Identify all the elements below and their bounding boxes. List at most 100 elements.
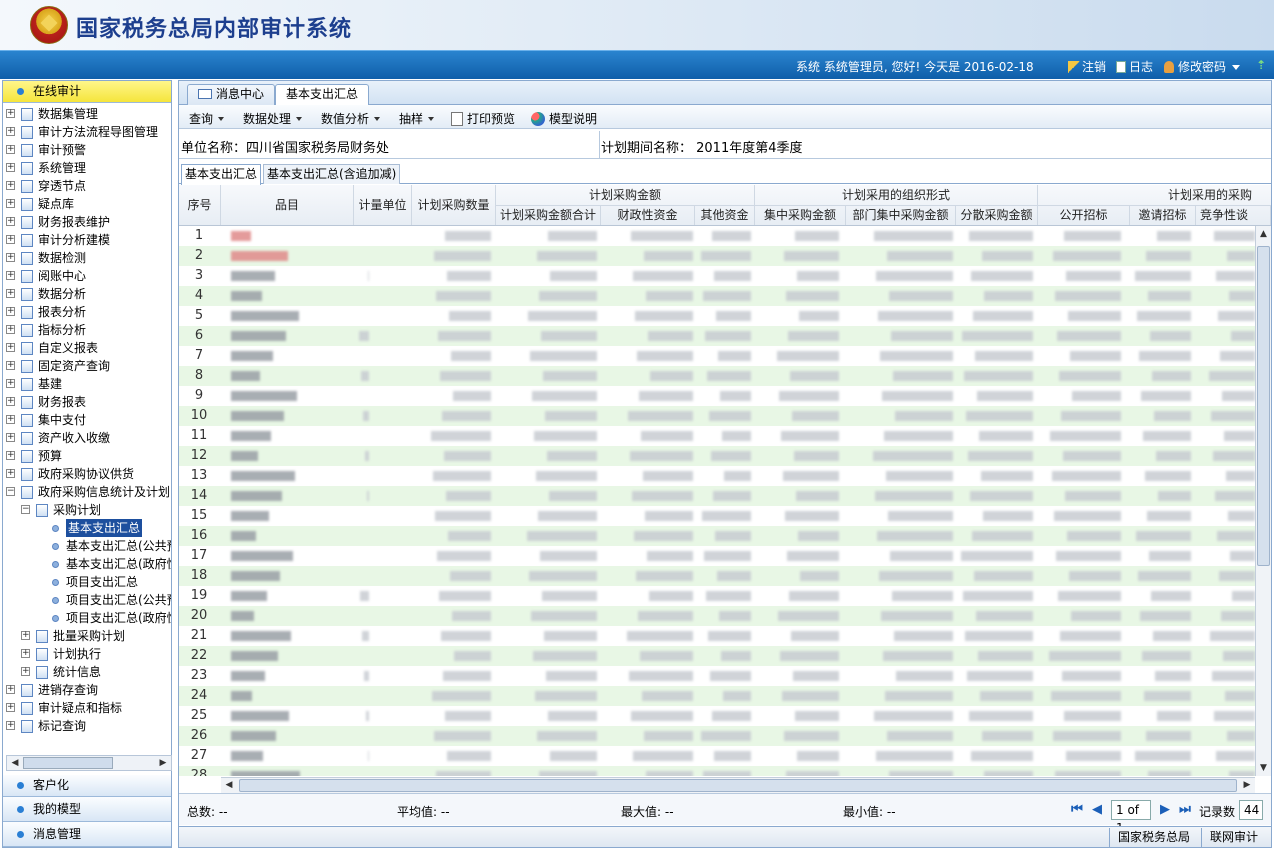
model-description-button[interactable]: 模型说明 (531, 110, 597, 127)
value-analysis-menu[interactable]: 数值分析 (321, 110, 381, 127)
tree-item[interactable]: 项目支出汇总(公共预 (3, 591, 171, 609)
expand-icon[interactable]: + (6, 397, 15, 406)
log-link[interactable]: 日志 (1116, 58, 1153, 75)
expand-icon[interactable]: + (6, 289, 15, 298)
table-row[interactable]: 20 (179, 606, 1255, 626)
col-open-bid[interactable]: 公开招标 (1038, 205, 1130, 225)
tree-item[interactable]: 项目支出汇总 (3, 573, 171, 591)
tree-item[interactable]: 基本支出汇总(政府性 (3, 555, 171, 573)
expand-icon[interactable]: + (6, 271, 15, 280)
col-other[interactable]: 其他资金 (695, 205, 755, 225)
tree-item[interactable]: + 基建 (3, 375, 171, 393)
first-page-icon[interactable]: ⏮ (1071, 803, 1083, 817)
logout-link[interactable]: 注销 (1068, 58, 1106, 75)
tree-item[interactable]: + 计划执行 (3, 645, 171, 663)
expand-icon[interactable]: + (6, 181, 15, 190)
expand-icon[interactable]: + (6, 217, 15, 226)
table-row[interactable]: 28 (179, 766, 1255, 776)
expand-icon[interactable]: + (6, 379, 15, 388)
tree-item[interactable]: + 自定义报表 (3, 339, 171, 357)
table-row[interactable]: 10 (179, 406, 1255, 426)
expand-icon[interactable]: + (6, 145, 15, 154)
col-seq[interactable]: 序号 (179, 185, 221, 225)
table-row[interactable]: 17 (179, 546, 1255, 566)
col-item[interactable]: 品目 (221, 185, 354, 225)
accordion-my-models[interactable]: 我的模型 (3, 797, 171, 822)
col-invite-bid[interactable]: 邀请招标 (1130, 205, 1196, 225)
change-password-link[interactable]: 修改密码 (1164, 58, 1241, 75)
expand-icon[interactable]: + (6, 307, 15, 316)
table-row[interactable]: 2 (179, 246, 1255, 266)
scrollbar-thumb[interactable] (23, 757, 113, 769)
table-row[interactable]: 23 (179, 666, 1255, 686)
tree-item[interactable]: 基本支出汇总 (3, 519, 171, 537)
tree-item[interactable]: + 政府采购协议供货 (3, 465, 171, 483)
expand-icon[interactable]: + (6, 199, 15, 208)
sampling-menu[interactable]: 抽样 (399, 110, 435, 127)
table-row[interactable]: 16 (179, 526, 1255, 546)
table-row[interactable]: 11 (179, 426, 1255, 446)
table-row[interactable]: 26 (179, 726, 1255, 746)
expand-icon[interactable]: + (6, 343, 15, 352)
tab-message-center[interactable]: 消息中心 (187, 84, 276, 105)
tree-item[interactable]: + 审计方法流程导图管理 (3, 123, 171, 141)
tree-item[interactable]: + 财务报表维护 (3, 213, 171, 231)
table-row[interactable]: 13 (179, 466, 1255, 486)
scroll-left-icon[interactable]: ◀ (8, 757, 22, 769)
scroll-up-icon[interactable]: ▲ (1257, 227, 1270, 241)
tree-item[interactable]: + 数据分析 (3, 285, 171, 303)
tree-item[interactable]: + 阅账中心 (3, 267, 171, 285)
page-indicator[interactable]: 1 of 1 (1111, 800, 1151, 835)
tree-item[interactable]: + 穿透节点 (3, 177, 171, 195)
scrollbar-thumb[interactable] (1257, 246, 1270, 566)
grid-horizontal-scrollbar[interactable]: ◀ ▶ (221, 777, 1255, 793)
scroll-left-icon[interactable]: ◀ (222, 779, 236, 792)
expand-icon[interactable]: + (6, 163, 15, 172)
tree-item[interactable]: + 集中支付 (3, 411, 171, 429)
table-row[interactable]: 5 (179, 306, 1255, 326)
col-dept[interactable]: 部门集中采购金额 (846, 205, 956, 225)
table-row[interactable]: 4 (179, 286, 1255, 306)
tree-item[interactable]: + 批量采购计划 (3, 627, 171, 645)
tree-item[interactable]: + 数据集管理 (3, 105, 171, 123)
expand-icon[interactable]: + (6, 685, 15, 694)
col-compete[interactable]: 竞争性谈 (1196, 205, 1271, 225)
data-process-menu[interactable]: 数据处理 (243, 110, 303, 127)
expand-icon[interactable]: + (6, 325, 15, 334)
table-row[interactable]: 3 (179, 266, 1255, 286)
col-amount-total[interactable]: 计划采购金额合计 (496, 205, 601, 225)
next-page-icon[interactable]: ▶ (1159, 803, 1171, 817)
tab-basic-expense-summary[interactable]: 基本支出汇总 (275, 84, 370, 106)
accordion-online-audit[interactable]: 在线审计 (3, 81, 171, 103)
tree-item[interactable]: + 审计分析建模 (3, 231, 171, 249)
col-unit[interactable]: 计量单位 (354, 185, 412, 225)
grid-vertical-scrollbar[interactable]: ▲ ▼ (1255, 226, 1271, 776)
tree-item[interactable]: + 审计疑点和指标 (3, 699, 171, 717)
expand-icon[interactable]: + (21, 667, 30, 676)
table-row[interactable]: 22 (179, 646, 1255, 666)
table-row[interactable]: 27 (179, 746, 1255, 766)
expand-icon[interactable]: + (21, 631, 30, 640)
tree-item[interactable]: + 疑点库 (3, 195, 171, 213)
accordion-messages[interactable]: 消息管理 (3, 822, 171, 847)
tree-item[interactable]: + 报表分析 (3, 303, 171, 321)
tree-item[interactable]: + 标记查询 (3, 717, 171, 735)
expand-icon[interactable]: + (6, 361, 15, 370)
expand-icon[interactable]: + (6, 253, 15, 262)
expand-icon[interactable]: + (6, 721, 15, 730)
table-row[interactable]: 7 (179, 346, 1255, 366)
scroll-down-icon[interactable]: ▼ (1257, 761, 1270, 775)
subtab-basic-summary[interactable]: 基本支出汇总 (181, 164, 262, 185)
left-horizontal-scrollbar[interactable]: ◀ ▶ (6, 755, 172, 771)
print-preview-button[interactable]: 打印预览 (451, 110, 515, 127)
subtab-basic-summary-adjusted[interactable]: 基本支出汇总(含追加减) (263, 164, 401, 184)
scroll-right-icon[interactable]: ▶ (156, 757, 170, 769)
table-row[interactable]: 9 (179, 386, 1255, 406)
col-qty[interactable]: 计划采购数量 (412, 185, 496, 225)
table-row[interactable]: 24 (179, 686, 1255, 706)
prev-page-icon[interactable]: ◀ (1091, 803, 1103, 817)
tree-item[interactable]: + 系统管理 (3, 159, 171, 177)
expand-icon[interactable]: + (6, 127, 15, 136)
tree-item[interactable]: + 指标分析 (3, 321, 171, 339)
accordion-custom[interactable]: 客户化 (3, 775, 171, 797)
